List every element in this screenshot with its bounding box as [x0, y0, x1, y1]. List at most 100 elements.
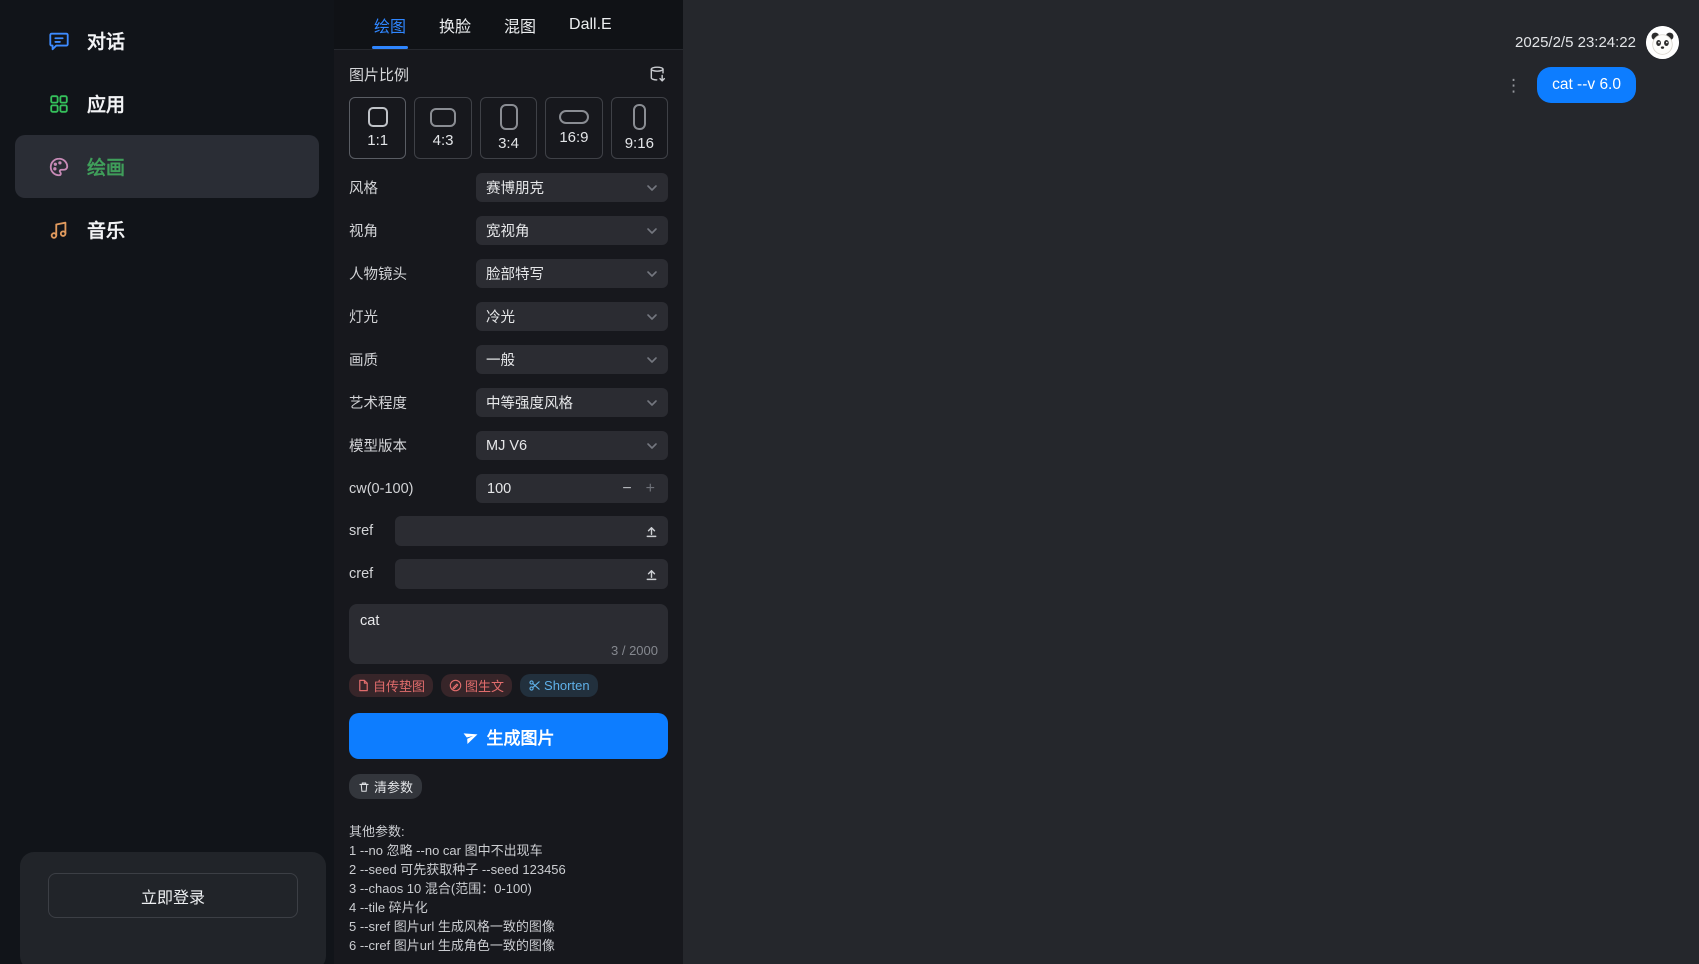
sidebar-item-label: 绘画: [87, 153, 125, 180]
ratio-shape-tall: [633, 104, 646, 130]
field-label: 画质: [349, 349, 378, 370]
chevron-down-icon: [646, 311, 658, 323]
tag-base-image[interactable]: 自传垫图: [349, 674, 433, 697]
chevron-down-icon: [646, 268, 658, 280]
field-row-cw: cw(0-100) 100 − +: [349, 474, 668, 503]
tab-face-swap[interactable]: 换脸: [439, 0, 471, 49]
ratio-option-16-9[interactable]: 16:9: [545, 97, 602, 159]
login-button[interactable]: 立即登录: [48, 873, 298, 918]
apps-grid-icon: [48, 93, 70, 115]
palette-icon: [48, 156, 70, 178]
cw-stepper[interactable]: 100 − +: [476, 474, 668, 503]
field-row-artistry: 艺术程度 中等强度风格: [349, 388, 668, 417]
panel-content: 图片比例 1:1 4:3: [334, 50, 683, 964]
field-row-model-version: 模型版本 MJ V6: [349, 431, 668, 460]
ratio-option-3-4[interactable]: 3:4: [480, 97, 537, 159]
sidebar-item-chat[interactable]: 对话: [15, 9, 319, 72]
select-value: MJ V6: [486, 438, 527, 454]
ratio-shape-landscape: [430, 108, 456, 127]
sidebar-item-music[interactable]: 音乐: [15, 198, 319, 261]
aspect-ratio-group: 1:1 4:3 3:4 16:9 9:16: [349, 97, 668, 159]
chevron-down-icon: [646, 354, 658, 366]
lighting-select[interactable]: 冷光: [476, 302, 668, 331]
field-row-quality: 画质 一般: [349, 345, 668, 374]
template-import-icon[interactable]: [648, 65, 668, 85]
clear-params-button[interactable]: 清参数: [349, 774, 422, 799]
tag-label: 自传垫图: [373, 676, 425, 695]
field-row-lighting: 灯光 冷光: [349, 302, 668, 331]
user-message-bubble: cat --v 6.0: [1537, 67, 1636, 103]
sref-input[interactable]: [395, 516, 668, 546]
tag-label: Shorten: [544, 678, 590, 693]
music-note-icon: [48, 219, 70, 241]
upload-icon: [644, 567, 659, 582]
tab-draw[interactable]: 绘图: [374, 0, 406, 49]
chevron-down-icon: [646, 182, 658, 194]
help-line: 5 --sref 图片url 生成风格一致的图像: [349, 917, 668, 936]
tag-shorten[interactable]: Shorten: [520, 674, 598, 697]
field-row-character-shot: 人物镜头 脸部特写: [349, 259, 668, 288]
ratio-option-1-1[interactable]: 1:1: [349, 97, 406, 159]
prompt-textarea[interactable]: cat 3 / 2000: [349, 604, 668, 664]
cw-decrement-button[interactable]: −: [620, 480, 633, 498]
character-shot-select[interactable]: 脸部特写: [476, 259, 668, 288]
field-label: 艺术程度: [349, 392, 407, 413]
panda-avatar: [1646, 26, 1679, 59]
select-value: 冷光: [486, 306, 515, 327]
send-icon: [460, 725, 482, 747]
help-line: 2 --seed 可先获取种子 --seed 123456: [349, 860, 668, 879]
other-params-help: 其他参数: 1 --no 忽略 --no car 图中不出现车 2 --seed…: [349, 822, 668, 955]
chevron-down-icon: [646, 225, 658, 237]
sidebar-nav: 对话 应用 绘画: [0, 0, 334, 261]
draw-settings-panel: 绘图 换脸 混图 Dall.E 图片比例 1:1: [334, 0, 683, 964]
field-label: 风格: [349, 177, 378, 198]
help-line: 其他参数:: [349, 822, 668, 841]
ratio-shape-wide: [559, 110, 589, 124]
ratio-option-label: 4:3: [433, 132, 454, 149]
scissors-icon: [528, 679, 541, 692]
pencil-circle-icon: [449, 679, 462, 692]
chat-area: 2025/2/5 23:24:22 ⋮ cat --v 6.0: [683, 0, 1699, 964]
cw-label: cw(0-100): [349, 481, 413, 497]
view-angle-select[interactable]: 宽视角: [476, 216, 668, 245]
model-version-select[interactable]: MJ V6: [476, 431, 668, 460]
tab-dalle[interactable]: Dall.E: [569, 0, 612, 49]
doc-upload-icon: [357, 679, 370, 692]
sidebar-item-draw[interactable]: 绘画: [15, 135, 319, 198]
field-row-style: 风格 赛博朋克: [349, 173, 668, 202]
tag-image-to-text[interactable]: 图生文: [441, 674, 512, 697]
field-row-view-angle: 视角 宽视角: [349, 216, 668, 245]
sidebar-item-label: 应用: [87, 90, 125, 117]
style-select[interactable]: 赛博朋克: [476, 173, 668, 202]
select-value: 宽视角: [486, 220, 530, 241]
ratio-option-9-16[interactable]: 9:16: [611, 97, 668, 159]
help-line: 6 --cref 图片url 生成角色一致的图像: [349, 936, 668, 955]
chevron-down-icon: [646, 440, 658, 452]
trash-icon: [358, 781, 370, 793]
message-more-icon[interactable]: ⋮: [1505, 77, 1522, 94]
ratio-shape-square: [368, 107, 388, 127]
message-timestamp: 2025/2/5 23:24:22: [1515, 34, 1636, 51]
help-line: 1 --no 忽略 --no car 图中不出现车: [349, 841, 668, 860]
tab-blend[interactable]: 混图: [504, 0, 536, 49]
chat-bubble-icon: [48, 30, 70, 52]
ratio-option-4-3[interactable]: 4:3: [414, 97, 471, 159]
cref-input[interactable]: [395, 559, 668, 589]
ratio-label: 图片比例: [349, 64, 409, 85]
field-label: 模型版本: [349, 435, 407, 456]
cref-row: cref: [349, 559, 668, 589]
cw-value[interactable]: 100: [487, 481, 620, 497]
app-root: 对话 应用 绘画: [0, 0, 1699, 964]
select-value: 一般: [486, 349, 515, 370]
generate-image-button[interactable]: 生成图片: [349, 713, 668, 759]
upload-icon: [644, 524, 659, 539]
cw-increment-button[interactable]: +: [644, 480, 657, 498]
sidebar-item-apps[interactable]: 应用: [15, 72, 319, 135]
artistry-select[interactable]: 中等强度风格: [476, 388, 668, 417]
clear-params-label: 清参数: [374, 777, 413, 796]
quality-select[interactable]: 一般: [476, 345, 668, 374]
field-label: 灯光: [349, 306, 378, 327]
ratio-option-label: 16:9: [559, 129, 588, 146]
character-counter: 3 / 2000: [611, 643, 658, 658]
help-line: 4 --tile 碎片化: [349, 898, 668, 917]
